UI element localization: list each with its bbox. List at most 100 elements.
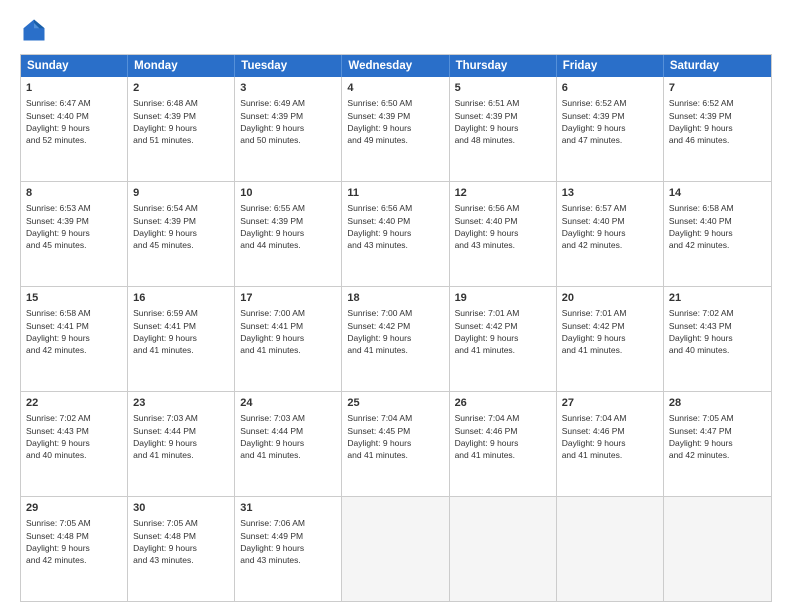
day-number-6: 6 (562, 81, 658, 96)
cal-cell-22: 22Sunrise: 7:02 AMSunset: 4:43 PMDayligh… (21, 392, 128, 496)
day-number-25: 25 (347, 396, 443, 411)
cell-text-2: Sunrise: 6:48 AMSunset: 4:39 PMDaylight:… (133, 97, 229, 146)
cal-cell-29: 29Sunrise: 7:05 AMSunset: 4:48 PMDayligh… (21, 497, 128, 601)
day-number-5: 5 (455, 81, 551, 96)
day-number-1: 1 (26, 81, 122, 96)
day-number-9: 9 (133, 186, 229, 201)
cell-text-27: Sunrise: 7:04 AMSunset: 4:46 PMDaylight:… (562, 412, 658, 461)
cal-cell-10: 10Sunrise: 6:55 AMSunset: 4:39 PMDayligh… (235, 182, 342, 286)
cell-text-15: Sunrise: 6:58 AMSunset: 4:41 PMDaylight:… (26, 307, 122, 356)
cal-cell-23: 23Sunrise: 7:03 AMSunset: 4:44 PMDayligh… (128, 392, 235, 496)
calendar-row-4: 22Sunrise: 7:02 AMSunset: 4:43 PMDayligh… (21, 391, 771, 496)
day-number-31: 31 (240, 501, 336, 516)
page: SundayMondayTuesdayWednesdayThursdayFrid… (0, 0, 792, 612)
cal-cell-31: 31Sunrise: 7:06 AMSunset: 4:49 PMDayligh… (235, 497, 342, 601)
header-day-monday: Monday (128, 55, 235, 77)
day-number-27: 27 (562, 396, 658, 411)
cell-text-28: Sunrise: 7:05 AMSunset: 4:47 PMDaylight:… (669, 412, 766, 461)
cal-cell-empty-4-6 (664, 497, 771, 601)
day-number-15: 15 (26, 291, 122, 306)
day-number-20: 20 (562, 291, 658, 306)
cell-text-5: Sunrise: 6:51 AMSunset: 4:39 PMDaylight:… (455, 97, 551, 146)
header (20, 16, 772, 44)
cal-cell-16: 16Sunrise: 6:59 AMSunset: 4:41 PMDayligh… (128, 287, 235, 391)
day-number-28: 28 (669, 396, 766, 411)
day-number-12: 12 (455, 186, 551, 201)
cal-cell-empty-4-5 (557, 497, 664, 601)
cell-text-31: Sunrise: 7:06 AMSunset: 4:49 PMDaylight:… (240, 517, 336, 566)
day-number-22: 22 (26, 396, 122, 411)
cal-cell-15: 15Sunrise: 6:58 AMSunset: 4:41 PMDayligh… (21, 287, 128, 391)
cal-cell-26: 26Sunrise: 7:04 AMSunset: 4:46 PMDayligh… (450, 392, 557, 496)
cal-cell-7: 7Sunrise: 6:52 AMSunset: 4:39 PMDaylight… (664, 77, 771, 181)
header-day-friday: Friday (557, 55, 664, 77)
cell-text-9: Sunrise: 6:54 AMSunset: 4:39 PMDaylight:… (133, 202, 229, 251)
cell-text-14: Sunrise: 6:58 AMSunset: 4:40 PMDaylight:… (669, 202, 766, 251)
cell-text-20: Sunrise: 7:01 AMSunset: 4:42 PMDaylight:… (562, 307, 658, 356)
cell-text-24: Sunrise: 7:03 AMSunset: 4:44 PMDaylight:… (240, 412, 336, 461)
cal-cell-19: 19Sunrise: 7:01 AMSunset: 4:42 PMDayligh… (450, 287, 557, 391)
cell-text-8: Sunrise: 6:53 AMSunset: 4:39 PMDaylight:… (26, 202, 122, 251)
day-number-13: 13 (562, 186, 658, 201)
cell-text-6: Sunrise: 6:52 AMSunset: 4:39 PMDaylight:… (562, 97, 658, 146)
day-number-16: 16 (133, 291, 229, 306)
cell-text-21: Sunrise: 7:02 AMSunset: 4:43 PMDaylight:… (669, 307, 766, 356)
calendar-body: 1Sunrise: 6:47 AMSunset: 4:40 PMDaylight… (21, 77, 771, 601)
cal-cell-21: 21Sunrise: 7:02 AMSunset: 4:43 PMDayligh… (664, 287, 771, 391)
calendar-row-5: 29Sunrise: 7:05 AMSunset: 4:48 PMDayligh… (21, 496, 771, 601)
cal-cell-14: 14Sunrise: 6:58 AMSunset: 4:40 PMDayligh… (664, 182, 771, 286)
cell-text-10: Sunrise: 6:55 AMSunset: 4:39 PMDaylight:… (240, 202, 336, 251)
cell-text-3: Sunrise: 6:49 AMSunset: 4:39 PMDaylight:… (240, 97, 336, 146)
cal-cell-8: 8Sunrise: 6:53 AMSunset: 4:39 PMDaylight… (21, 182, 128, 286)
day-number-24: 24 (240, 396, 336, 411)
day-number-17: 17 (240, 291, 336, 306)
header-day-saturday: Saturday (664, 55, 771, 77)
header-day-wednesday: Wednesday (342, 55, 449, 77)
cal-cell-20: 20Sunrise: 7:01 AMSunset: 4:42 PMDayligh… (557, 287, 664, 391)
day-number-30: 30 (133, 501, 229, 516)
logo-icon (20, 16, 48, 44)
cal-cell-27: 27Sunrise: 7:04 AMSunset: 4:46 PMDayligh… (557, 392, 664, 496)
cell-text-13: Sunrise: 6:57 AMSunset: 4:40 PMDaylight:… (562, 202, 658, 251)
cell-text-17: Sunrise: 7:00 AMSunset: 4:41 PMDaylight:… (240, 307, 336, 356)
day-number-10: 10 (240, 186, 336, 201)
cal-cell-28: 28Sunrise: 7:05 AMSunset: 4:47 PMDayligh… (664, 392, 771, 496)
day-number-3: 3 (240, 81, 336, 96)
cal-cell-empty-4-3 (342, 497, 449, 601)
cell-text-7: Sunrise: 6:52 AMSunset: 4:39 PMDaylight:… (669, 97, 766, 146)
cell-text-26: Sunrise: 7:04 AMSunset: 4:46 PMDaylight:… (455, 412, 551, 461)
cal-cell-empty-4-4 (450, 497, 557, 601)
cell-text-4: Sunrise: 6:50 AMSunset: 4:39 PMDaylight:… (347, 97, 443, 146)
day-number-14: 14 (669, 186, 766, 201)
day-number-26: 26 (455, 396, 551, 411)
logo (20, 16, 52, 44)
cell-text-30: Sunrise: 7:05 AMSunset: 4:48 PMDaylight:… (133, 517, 229, 566)
cell-text-29: Sunrise: 7:05 AMSunset: 4:48 PMDaylight:… (26, 517, 122, 566)
cell-text-16: Sunrise: 6:59 AMSunset: 4:41 PMDaylight:… (133, 307, 229, 356)
header-day-tuesday: Tuesday (235, 55, 342, 77)
cal-cell-12: 12Sunrise: 6:56 AMSunset: 4:40 PMDayligh… (450, 182, 557, 286)
cal-cell-24: 24Sunrise: 7:03 AMSunset: 4:44 PMDayligh… (235, 392, 342, 496)
cal-cell-30: 30Sunrise: 7:05 AMSunset: 4:48 PMDayligh… (128, 497, 235, 601)
cal-cell-11: 11Sunrise: 6:56 AMSunset: 4:40 PMDayligh… (342, 182, 449, 286)
cal-cell-3: 3Sunrise: 6:49 AMSunset: 4:39 PMDaylight… (235, 77, 342, 181)
cal-cell-9: 9Sunrise: 6:54 AMSunset: 4:39 PMDaylight… (128, 182, 235, 286)
header-day-thursday: Thursday (450, 55, 557, 77)
cal-cell-6: 6Sunrise: 6:52 AMSunset: 4:39 PMDaylight… (557, 77, 664, 181)
calendar-row-1: 1Sunrise: 6:47 AMSunset: 4:40 PMDaylight… (21, 77, 771, 181)
day-number-2: 2 (133, 81, 229, 96)
cal-cell-18: 18Sunrise: 7:00 AMSunset: 4:42 PMDayligh… (342, 287, 449, 391)
day-number-18: 18 (347, 291, 443, 306)
cell-text-18: Sunrise: 7:00 AMSunset: 4:42 PMDaylight:… (347, 307, 443, 356)
cell-text-25: Sunrise: 7:04 AMSunset: 4:45 PMDaylight:… (347, 412, 443, 461)
cal-cell-25: 25Sunrise: 7:04 AMSunset: 4:45 PMDayligh… (342, 392, 449, 496)
cell-text-11: Sunrise: 6:56 AMSunset: 4:40 PMDaylight:… (347, 202, 443, 251)
day-number-8: 8 (26, 186, 122, 201)
day-number-11: 11 (347, 186, 443, 201)
calendar: SundayMondayTuesdayWednesdayThursdayFrid… (20, 54, 772, 602)
calendar-header: SundayMondayTuesdayWednesdayThursdayFrid… (21, 55, 771, 77)
cell-text-12: Sunrise: 6:56 AMSunset: 4:40 PMDaylight:… (455, 202, 551, 251)
cal-cell-2: 2Sunrise: 6:48 AMSunset: 4:39 PMDaylight… (128, 77, 235, 181)
cal-cell-4: 4Sunrise: 6:50 AMSunset: 4:39 PMDaylight… (342, 77, 449, 181)
cal-cell-1: 1Sunrise: 6:47 AMSunset: 4:40 PMDaylight… (21, 77, 128, 181)
